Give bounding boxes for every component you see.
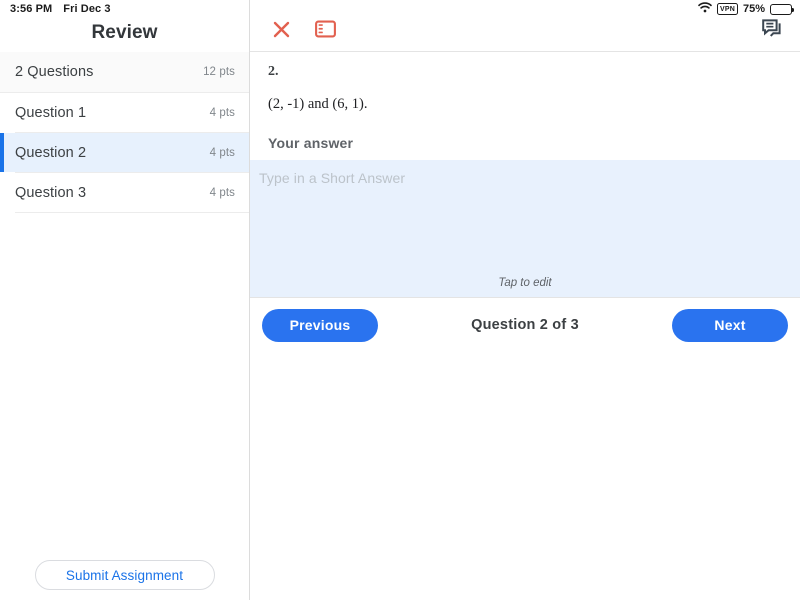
- question-points: 4 pts: [209, 146, 235, 159]
- assignment-review-screen: Review 2 Questions 12 pts Question 1 4 p…: [0, 0, 800, 600]
- question-label: Question 3: [15, 184, 87, 201]
- question-label: Question 1: [15, 104, 87, 121]
- question-points: 4 pts: [209, 186, 235, 199]
- question-list-summary[interactable]: 2 Questions 12 pts: [0, 52, 249, 92]
- page-title: Review: [91, 22, 158, 43]
- previous-button[interactable]: Previous: [262, 308, 378, 342]
- content-toolbar: [250, 0, 800, 52]
- question-text: (2, -1) and (6, 1).: [268, 96, 368, 112]
- summary-points: 12 pts: [203, 66, 235, 78]
- answer-input-area[interactable]: Type in a Short Answer Tap to edit: [250, 160, 800, 297]
- sidebar: Review 2 Questions 12 pts Question 1 4 p…: [0, 0, 250, 600]
- your-answer-label: Your answer: [268, 135, 354, 151]
- tap-to-edit-hint: Tap to edit: [498, 277, 552, 289]
- close-icon: [272, 20, 291, 42]
- submit-assignment-button[interactable]: Submit Assignment: [34, 560, 215, 590]
- comments-button[interactable]: [758, 15, 788, 46]
- question-pane: 2. (2, -1) and (6, 1). Your answer Type …: [250, 0, 800, 600]
- sidebar-item-question-3[interactable]: Question 3 4 pts: [0, 173, 249, 212]
- submit-area: Submit Assignment: [0, 560, 249, 600]
- answer-placeholder: Type in a Short Answer: [259, 170, 406, 186]
- sidebar-item-question-2[interactable]: Question 2 4 pts: [0, 133, 249, 172]
- question-number: 2.: [268, 64, 279, 79]
- toolbar-left-group: [268, 16, 340, 46]
- question-navigation-bar: Previous Question 2 of 3 Next: [250, 297, 800, 352]
- close-button[interactable]: [268, 16, 295, 46]
- summary-label: 2 Questions: [15, 64, 94, 80]
- content-empty-area: [250, 352, 800, 600]
- question-list: 2 Questions 12 pts Question 1 4 pts Ques…: [0, 52, 249, 213]
- sidebar-toggle-icon: [315, 20, 336, 41]
- question-label: Question 2: [15, 144, 87, 161]
- comments-icon: [762, 19, 784, 42]
- sidebar-toggle-button[interactable]: [311, 16, 340, 45]
- next-button[interactable]: Next: [672, 308, 788, 342]
- sidebar-header: Review: [0, 0, 249, 52]
- toolbar-right-group: [758, 15, 788, 46]
- question-points: 4 pts: [209, 106, 235, 119]
- sidebar-item-question-1[interactable]: Question 1 4 pts: [0, 93, 249, 132]
- split-layout: Review 2 Questions 12 pts Question 1 4 p…: [0, 0, 800, 600]
- question-body: 2. (2, -1) and (6, 1). Your answer: [250, 52, 800, 160]
